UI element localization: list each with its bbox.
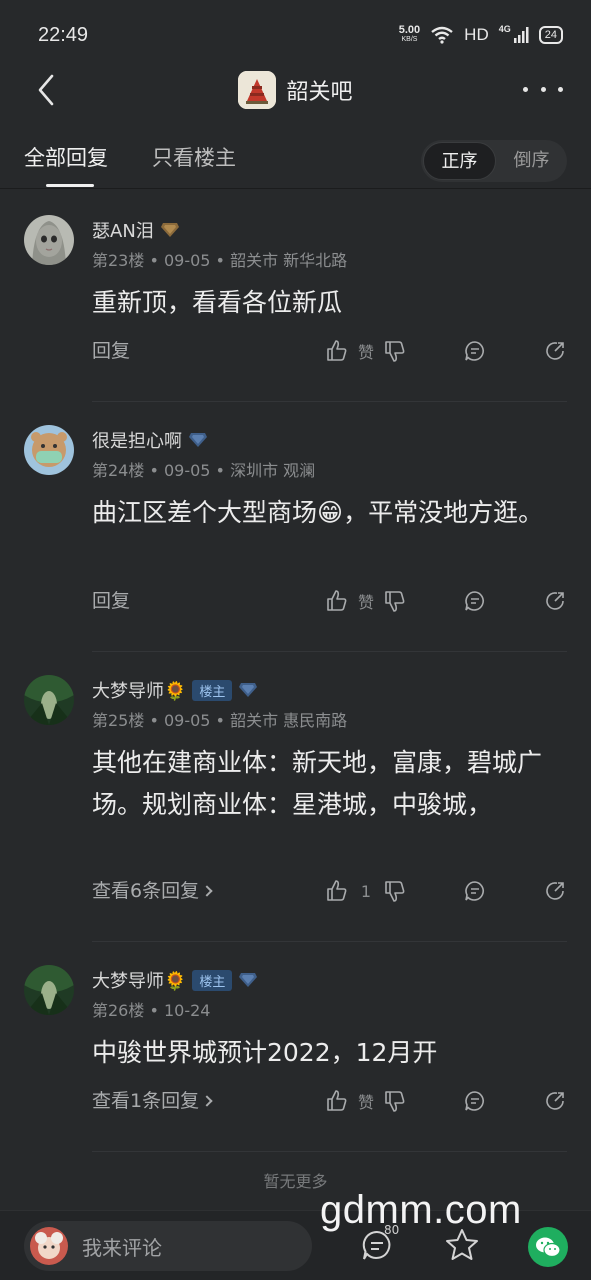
username-row: 很是担心啊 [92,427,208,453]
comment-input[interactable]: 我来评论 [24,1221,312,1271]
post-item: 大梦导师🌻 楼主 第25楼 • 09-05 • 韶关市 惠民南路 其他在建商业体… [0,672,591,942]
forum-logo [238,71,277,109]
watermark: gdmm.com [320,1188,522,1232]
post-meta: 第23楼 • 09-05 • 韶关市 新华北路 [92,251,348,270]
chevron-left-icon[interactable] [30,72,66,108]
avatar [30,1227,68,1265]
thumbs-down-icon[interactable] [383,589,407,613]
action-row: 回复 赞 [92,336,567,366]
post-divider [92,401,567,402]
action-row: 查看1条回复 赞 [92,1086,567,1116]
status-time: 22:49 [38,23,89,46]
view-replies-button[interactable]: 查看6条回复 [92,876,213,906]
username[interactable]: 很是担心啊 [92,427,182,453]
chevron-right-icon [201,885,213,897]
reply-button[interactable]: 回复 [92,336,130,366]
post-divider [92,941,567,942]
wifi-icon [431,26,453,44]
thumbs-up-icon[interactable] [325,339,349,363]
speed-value: 5.00 [398,24,421,36]
username-row: 大梦导师🌻 楼主 [92,677,258,703]
owner-badge: 楼主 [192,679,233,701]
thumbs-down-icon[interactable] [383,1089,407,1113]
speed-unit: KB/S [401,36,418,43]
status-icons: 5.00 KB/S HD 4G 24 [398,24,563,45]
action-icons: 赞 [325,1086,567,1116]
action-icons: 赞 [325,336,567,366]
post-item: 大梦导师🌻 楼主 第26楼 • 10-24 中骏世界城预计2022，12月开 查… [0,962,591,1152]
like-count: 赞 [357,1093,374,1112]
level-badge-icon [239,683,258,697]
post-content: 其他在建商业体：新天地，富康，碧城广场。规划商业体：星港城，中骏城， [92,748,543,819]
post-item: 很是担心啊 第24楼 • 09-05 • 深圳市 观澜 曲江区差个大型商场😁，平… [0,422,591,652]
post-content: 中骏世界城预计2022，12月开 [92,1038,438,1067]
owner-badge: 楼主 [192,969,233,991]
more-dots-icon[interactable] [523,74,563,104]
thumbs-up-icon[interactable] [325,589,349,613]
share-icon[interactable] [543,339,567,363]
share-icon[interactable] [543,1089,567,1113]
post-content: 曲江区差个大型商场😁，平常没地方逛。 [92,498,544,527]
tab-underline [46,184,94,187]
order-asc-button[interactable]: 正序 [423,142,496,180]
tab-owner-only[interactable]: 只看楼主 [152,142,236,172]
avatar[interactable] [24,965,74,1015]
share-icon[interactable] [543,589,567,613]
username[interactable]: 大梦导师🌻 [92,677,186,703]
thumbs-up-icon[interactable] [325,1089,349,1113]
comment-icon[interactable] [463,879,487,903]
view-replies-label: 查看1条回复 [92,1090,200,1112]
post-divider [92,1151,567,1152]
view-replies-button[interactable]: 查看1条回复 [92,1086,213,1116]
post-meta: 第24楼 • 09-05 • 深圳市 观澜 [92,461,316,480]
tab-all-replies[interactable]: 全部回复 [24,142,108,172]
order-toggle: 正序 倒序 [421,140,567,182]
post-meta: 第25楼 • 09-05 • 韶关市 惠民南路 [92,711,348,730]
tabs-divider [0,188,591,189]
reply-tabs: 全部回复 只看楼主 正序 倒序 [0,130,591,190]
post-item: 瑟AN泪 第23楼 • 09-05 • 韶关市 新华北路 重新顶，看看各位新瓜 … [0,212,591,402]
thumbs-up-icon[interactable] [325,879,349,903]
level-badge-icon [160,223,179,237]
battery-indicator: 24 [538,26,563,44]
order-desc-button[interactable]: 倒序 [496,142,567,180]
action-icons: 1 [325,876,567,906]
comment-icon[interactable] [463,1089,487,1113]
view-replies-label: 查看6条回复 [92,880,200,902]
like-count: 1 [360,881,372,901]
username[interactable]: 瑟AN泪 [92,217,154,243]
comment-placeholder: 我来评论 [82,1235,162,1260]
thumbs-down-icon[interactable] [383,879,407,903]
username-row: 大梦导师🌻 楼主 [92,967,258,993]
avatar[interactable] [24,675,74,725]
reply-button[interactable]: 回复 [92,586,130,616]
share-icon[interactable] [543,879,567,903]
hd-indicator: HD [464,25,489,44]
chevron-right-icon [201,1095,213,1107]
avatar[interactable] [24,425,74,475]
forum-title: 韶关吧 [286,80,353,105]
network-type: 4G [498,24,511,34]
action-row: 查看6条回复 1 [92,876,567,906]
like-count: 赞 [357,593,374,612]
action-icons: 赞 [325,586,567,616]
username[interactable]: 大梦导师🌻 [92,967,186,993]
level-badge-icon [189,433,207,447]
top-bar: 韶关吧 [0,60,591,120]
wechat-share-icon[interactable] [528,1227,568,1267]
forum-header[interactable]: 韶关吧 [238,71,353,109]
comment-icon[interactable] [463,339,487,363]
post-meta: 第26楼 • 10-24 [92,1001,211,1020]
thumbs-down-icon[interactable] [383,339,407,363]
network-speed: 5.00 KB/S [398,24,421,44]
like-count: 赞 [357,343,374,362]
username-row: 瑟AN泪 [92,217,180,243]
avatar[interactable] [24,215,74,265]
action-row: 回复 赞 [92,586,567,616]
signal-icon [513,27,529,43]
comment-icon[interactable] [463,589,487,613]
post-content: 重新顶，看看各位新瓜 [92,288,343,317]
level-badge-icon [239,973,258,987]
post-divider [92,651,567,652]
